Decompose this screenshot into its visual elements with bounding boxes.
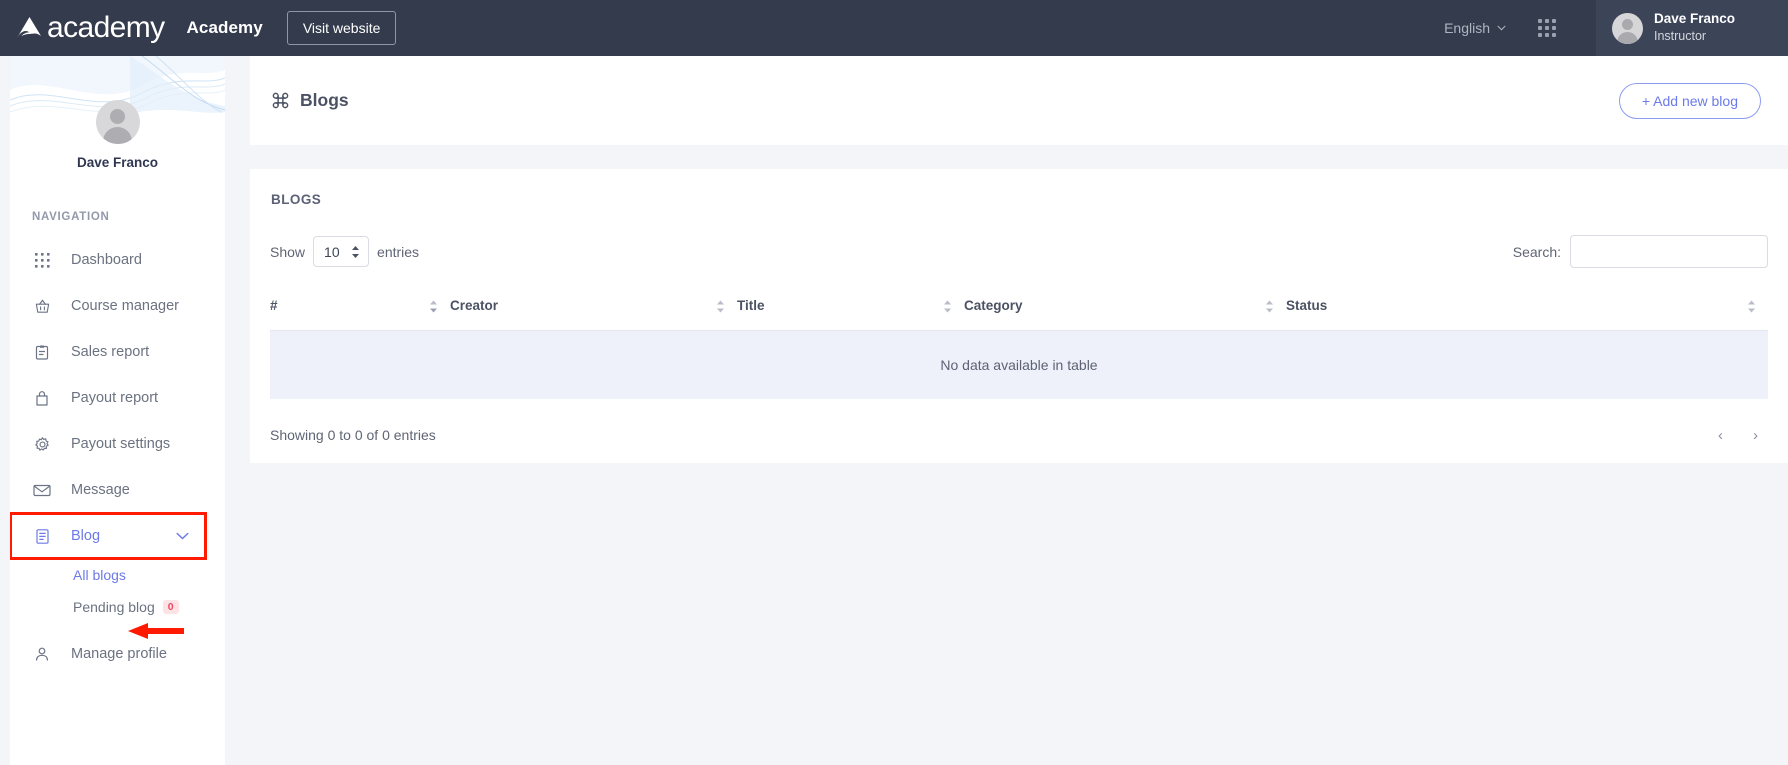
table-body: No data available in table (270, 331, 1768, 400)
column-header-status[interactable]: Status (1286, 289, 1768, 331)
sort-arrows-icon (716, 300, 725, 313)
column-header-title[interactable]: Title (737, 289, 964, 331)
navigation-section-label: NAVIGATION (32, 211, 225, 223)
chevron-right-icon[interactable]: › (1753, 428, 1758, 443)
pending-count-badge: 0 (163, 600, 179, 615)
user-name: Dave Franco (1654, 11, 1735, 28)
sort-arrows-icon (1265, 300, 1274, 313)
sidebar-subitem-label: Pending blog (73, 599, 155, 615)
chevron-left-icon[interactable]: ‹ (1718, 428, 1723, 443)
clipboard-icon (32, 342, 52, 362)
search-label: Search: (1513, 244, 1561, 260)
table-controls: Show 10 entries Search: (270, 235, 1768, 268)
logo[interactable]: academy (14, 13, 165, 43)
gear-icon (32, 434, 52, 454)
language-label: English (1444, 20, 1490, 36)
person-icon (32, 644, 52, 664)
academy-logo-icon (14, 13, 44, 43)
sort-arrows-icon (1747, 300, 1756, 313)
column-label: # (270, 298, 278, 313)
sidebar-subitem-all-blogs[interactable]: All blogs (10, 559, 225, 591)
user-role: Instructor (1654, 28, 1735, 44)
apps-grid-icon[interactable] (1538, 19, 1556, 37)
empty-message: No data available in table (270, 331, 1768, 400)
sidebar-item-label: Blog (71, 528, 100, 544)
add-new-blog-button[interactable]: + Add new blog (1619, 83, 1761, 119)
sidebar-profile: Dave Franco (10, 56, 225, 170)
sidebar: Dave Franco NAVIGATION Dashboard (10, 56, 225, 765)
page-title: Blogs (271, 90, 349, 111)
grid-dots-icon (32, 250, 52, 270)
sidebar-item-label: Course manager (71, 298, 179, 314)
column-label: Title (737, 298, 765, 313)
table-search: Search: (1513, 235, 1768, 268)
sidebar-item-message[interactable]: Message (10, 467, 225, 513)
stepper-arrows-icon (351, 245, 360, 259)
column-header-category[interactable]: Category (964, 289, 1286, 331)
table-header-row: # Creator Title (270, 289, 1768, 331)
sidebar-item-label: Manage profile (71, 646, 167, 662)
document-list-icon (32, 526, 52, 546)
sort-arrows-icon (943, 300, 952, 313)
avatar (96, 100, 140, 144)
sidebar-item-blog[interactable]: Blog (10, 513, 206, 559)
table-head: # Creator Title (270, 289, 1768, 331)
sidebar-item-payout-settings[interactable]: Payout settings (10, 421, 225, 467)
basket-icon (32, 296, 52, 316)
bag-icon (32, 388, 52, 408)
pagination: ‹ › (1718, 428, 1758, 443)
sidebar-subitem-label: All blogs (73, 567, 126, 583)
sidebar-item-dashboard[interactable]: Dashboard (10, 237, 225, 283)
envelope-icon (32, 480, 52, 500)
sidebar-item-sales-report[interactable]: Sales report (10, 329, 225, 375)
table-footer: Showing 0 to 0 of 0 entries ‹ › (270, 427, 1768, 443)
entries-label: entries (377, 244, 419, 260)
column-label: Creator (450, 298, 498, 313)
sidebar-subitem-pending-blog[interactable]: Pending blog 0 (10, 591, 225, 623)
page-title-text: Blogs (300, 90, 349, 111)
sidebar-item-label: Payout report (71, 390, 158, 406)
visit-website-button[interactable]: Visit website (287, 11, 397, 45)
column-header-creator[interactable]: Creator (450, 289, 737, 331)
column-label: Status (1286, 298, 1327, 313)
annotation-arrow (128, 621, 184, 641)
entries-info: Showing 0 to 0 of 0 entries (270, 427, 436, 443)
sidebar-item-course-manager[interactable]: Course manager (10, 283, 225, 329)
logo-text: academy (47, 13, 165, 43)
main-content: Blogs + Add new blog BLOGS Show 10 entri… (225, 56, 1788, 765)
blogs-table: # Creator Title (270, 289, 1768, 399)
top-bar: academy Academy Visit website English Da… (0, 0, 1788, 56)
sort-arrows-icon (429, 300, 438, 313)
page-length-select[interactable]: 10 (313, 236, 369, 267)
chevron-down-icon[interactable] (176, 532, 189, 540)
user-profile-menu[interactable]: Dave Franco Instructor (1596, 0, 1788, 56)
blogs-card: BLOGS Show 10 entries Search: (250, 169, 1788, 463)
sidebar-item-label: Dashboard (71, 252, 142, 268)
search-input[interactable] (1570, 235, 1768, 268)
sidebar-user-name: Dave Franco (10, 155, 225, 170)
show-label: Show (270, 244, 305, 260)
page-length-control: Show 10 entries (270, 236, 419, 267)
sidebar-item-label: Sales report (71, 344, 149, 360)
command-loop-icon (271, 91, 290, 110)
page-header: Blogs + Add new blog (250, 56, 1788, 145)
avatar (1612, 13, 1643, 44)
brand-name: Academy (187, 18, 263, 38)
navigation-list: Dashboard Course manager Sales repor (10, 237, 225, 677)
column-header-index[interactable]: # (270, 289, 450, 331)
sidebar-item-payout-report[interactable]: Payout report (10, 375, 225, 421)
table-empty-row: No data available in table (270, 331, 1768, 400)
page-length-value: 10 (324, 244, 340, 260)
sidebar-item-label: Message (71, 482, 130, 498)
sidebar-item-label: Payout settings (71, 436, 170, 452)
language-selector[interactable]: English (1444, 20, 1506, 36)
chevron-down-icon (1497, 25, 1506, 31)
card-heading: BLOGS (270, 192, 1768, 207)
sidebar-item-manage-profile[interactable]: Manage profile (10, 631, 225, 677)
column-label: Category (964, 298, 1023, 313)
top-bar-right: English Dave Franco Instructor (1444, 0, 1788, 56)
